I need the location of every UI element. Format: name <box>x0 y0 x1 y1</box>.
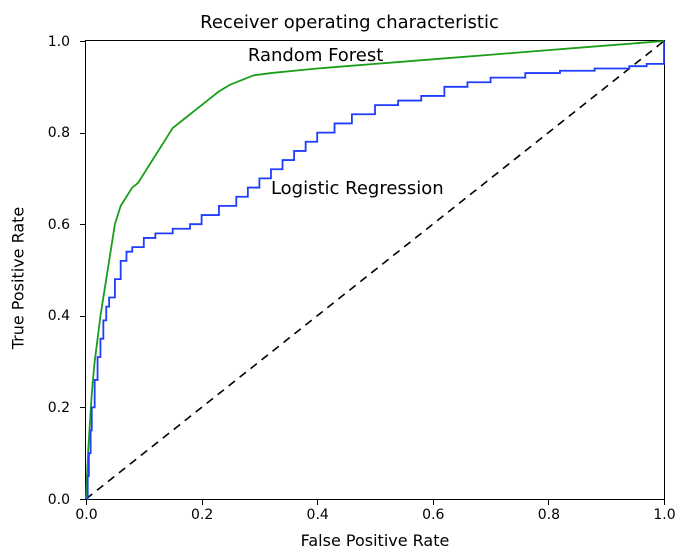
x-axis-label: False Positive Rate <box>85 531 665 550</box>
x-tick-label: 0.0 <box>75 507 97 523</box>
y-tick-label: 0.6 <box>48 217 70 233</box>
figure: Receiver operating characteristic True P… <box>0 0 699 556</box>
x-tick-label: 0.6 <box>422 507 444 523</box>
x-tick-label: 0.8 <box>538 507 560 523</box>
y-axis-label: True Positive Rate <box>9 207 28 350</box>
plot-area: Random Forest Logistic Regression 0.00.2… <box>85 40 665 500</box>
curve-layer <box>86 41 664 499</box>
y-tick-label: 0.2 <box>48 400 70 416</box>
random-forest-annotation: Random Forest <box>248 45 383 66</box>
chart-title: Receiver operating characteristic <box>0 12 699 33</box>
x-tick-label: 1.0 <box>653 507 675 523</box>
y-tick-label: 0.0 <box>48 492 70 508</box>
x-tick-label: 0.2 <box>191 507 213 523</box>
x-tick-label: 0.4 <box>307 507 329 523</box>
y-tick-label: 1.0 <box>48 34 70 50</box>
y-tick-label: 0.4 <box>48 308 70 324</box>
y-tick-label: 0.8 <box>48 125 70 141</box>
logistic-regression-annotation: Logistic Regression <box>271 178 444 199</box>
